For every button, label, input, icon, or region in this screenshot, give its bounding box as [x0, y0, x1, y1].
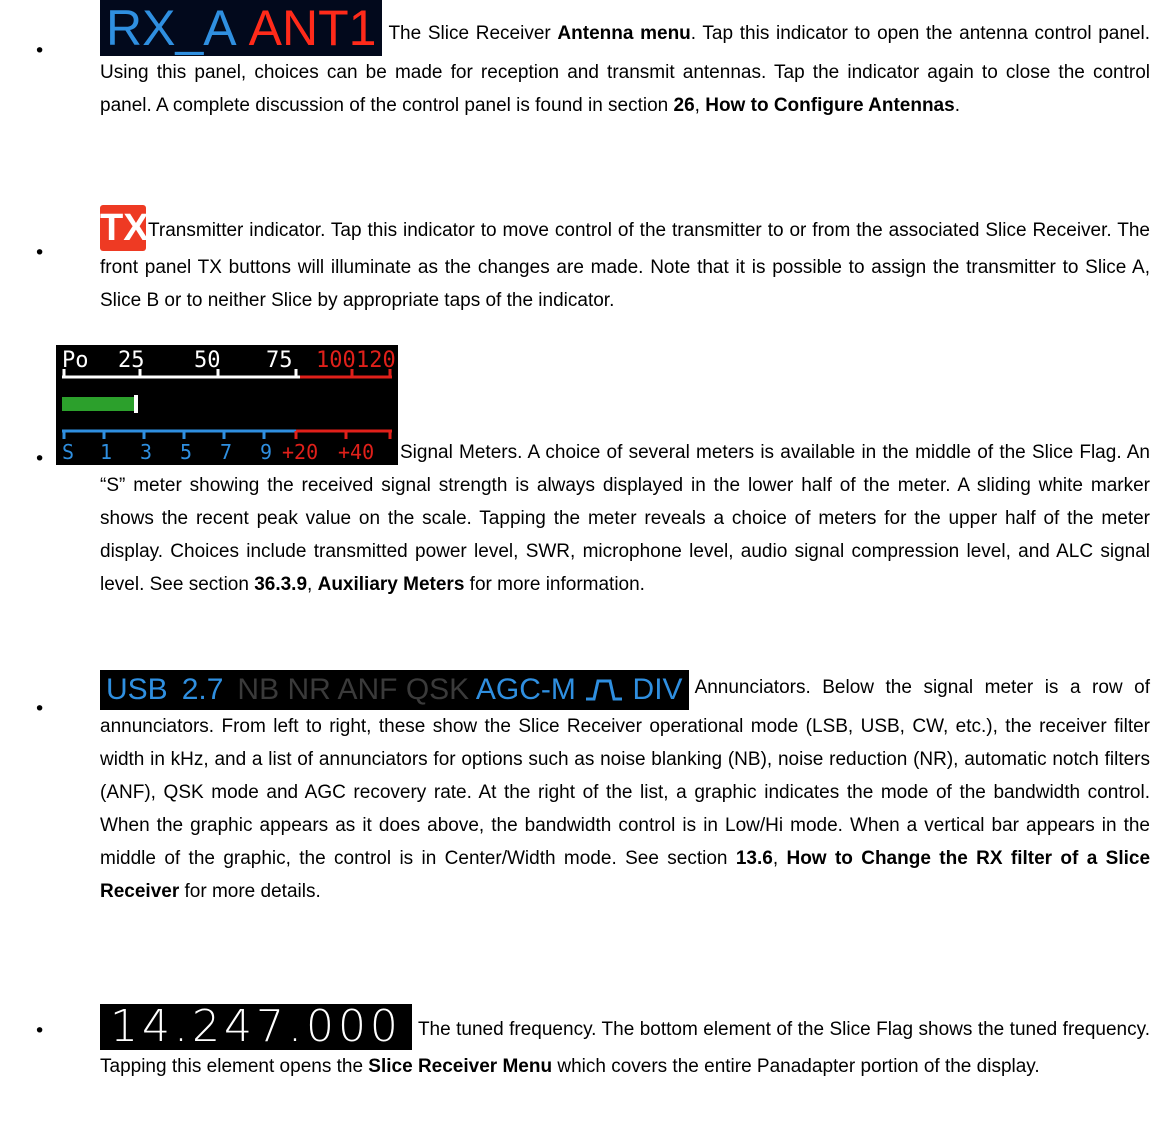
bullet: •	[34, 242, 46, 264]
mode-annunciator: USB	[106, 673, 168, 706]
text: ,	[694, 95, 706, 116]
text: which covers the entire Panadapter porti…	[552, 1056, 1040, 1077]
antenna-indicator-image: RX_A ANT1	[100, 0, 383, 56]
bullet: •	[34, 1020, 46, 1042]
anf-annunciator: ANF	[337, 673, 398, 706]
text: .	[954, 95, 960, 116]
bullet: •	[34, 448, 46, 470]
bandwidth-mode-icon	[586, 679, 623, 701]
text: for more information.	[464, 574, 645, 595]
section-ref: 26	[673, 95, 695, 116]
bold-term: Antenna menu	[557, 23, 691, 44]
s-label: S	[62, 440, 74, 464]
transmitter-paragraph: TXTransmitter indicator. Tap this indica…	[100, 205, 1150, 317]
tick-75: 75	[266, 348, 293, 373]
nr-annunciator: NR	[287, 673, 331, 706]
text: The Slice Receiver	[388, 23, 558, 44]
agc-annunciator: AGC-M	[475, 673, 576, 706]
text: Transmitter indicator. Tap this indicato…	[100, 220, 1150, 311]
antenna-paragraph: RX_A ANT1 The Slice Receiver Antenna menu…	[100, 0, 1150, 122]
annunciator-strip-image: USB 2.7 NB NR ANF QSK AGC-M DIV	[100, 670, 689, 710]
section-title: How to Configure Antennas	[705, 95, 955, 116]
section-ref: 36.3.9	[254, 574, 308, 595]
tx-indicator-icon: TX	[100, 205, 149, 251]
qsk-annunciator: QSK	[405, 673, 470, 706]
div-annunciator: DIV	[632, 673, 683, 706]
annunciators-paragraph: USB 2.7 NB NR ANF QSK AGC-M DIV Annunciator…	[100, 670, 1150, 908]
text: ,	[772, 848, 787, 869]
po-label: Po	[62, 348, 89, 373]
ant-label: ANT1	[248, 0, 377, 56]
rx-label: RX_A	[106, 0, 237, 56]
frequency-display-image: 14.247.000	[100, 1004, 412, 1050]
signal-level-bar	[62, 397, 135, 411]
section-ref: 13.6	[735, 848, 773, 869]
width-annunciator: 2.7	[181, 673, 224, 706]
text: Signal Meters. A choice of several meter…	[100, 442, 1150, 595]
text: for more details.	[179, 881, 321, 902]
bullet: •	[34, 40, 46, 62]
bold-term: Slice Receiver Menu	[368, 1056, 553, 1077]
text: ,	[307, 574, 318, 595]
section-title: Auxiliary Meters	[317, 574, 465, 595]
signal-meters-paragraph: Signal Meters. A choice of several meter…	[100, 436, 1150, 601]
bullet: •	[34, 698, 46, 720]
frequency-paragraph: 14.247.000 The tuned frequency. The botto…	[100, 1004, 1150, 1083]
tick-100: 100	[316, 348, 356, 373]
peak-marker	[134, 395, 138, 413]
nb-annunciator: NB	[237, 673, 280, 706]
